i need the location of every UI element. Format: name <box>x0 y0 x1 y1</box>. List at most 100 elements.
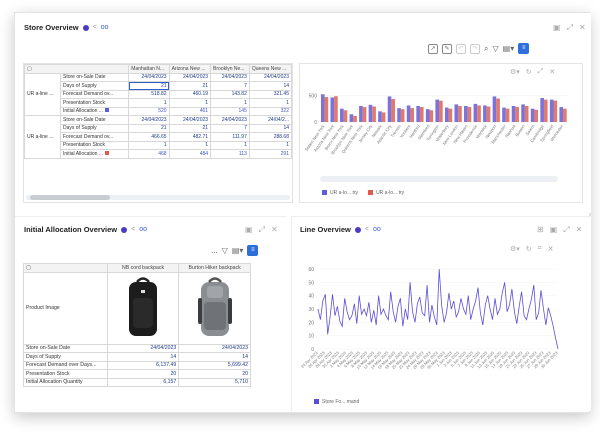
table-cell[interactable]: 21 <box>168 81 212 91</box>
share-icon[interactable]: < <box>131 226 135 233</box>
undo-icon[interactable]: ↶ <box>456 43 466 54</box>
table-cell[interactable]: 24/04/2023 <box>210 115 250 125</box>
close-icon[interactable]: ✕ <box>271 225 278 235</box>
table-cell[interactable]: 5,699.42 <box>178 360 251 370</box>
close-icon[interactable]: ✕ <box>548 245 554 253</box>
black-backpack-image[interactable] <box>123 276 163 340</box>
chart-type-icon[interactable]: ▤▾ <box>232 246 244 255</box>
column-header[interactable]: Arizona New ... <box>168 64 212 74</box>
expand-icon[interactable]: ⤢ <box>538 68 544 76</box>
redo-icon[interactable]: ↷ <box>470 43 480 54</box>
edit-icon[interactable]: ✎ <box>442 43 452 54</box>
table-cell[interactable]: 24/04/2023 <box>128 115 170 125</box>
share-icon[interactable]: < <box>365 226 369 233</box>
info-dot-icon[interactable] <box>82 24 89 31</box>
table-cell[interactable]: 468 <box>128 149 170 159</box>
table-cell[interactable]: 24/04/2023 <box>168 72 212 82</box>
table-cell[interactable]: 24/04/2023 <box>106 343 180 353</box>
legend-item[interactable]: Store Fo... mand <box>314 399 359 405</box>
table-cell[interactable]: 20 <box>178 369 251 379</box>
grid-view-button[interactable]: ≡ <box>518 43 530 54</box>
table-cell[interactable]: 460.19 <box>168 89 212 99</box>
table-cell[interactable]: 24/04/2... <box>248 115 293 125</box>
link-icon[interactable]: oo <box>373 226 381 233</box>
selected-cell[interactable]: 21 <box>128 81 170 91</box>
refresh-icon[interactable]: ↻ <box>526 68 532 76</box>
table-cell[interactable]: 14 <box>248 123 293 133</box>
table-cell[interactable]: 20 <box>106 369 180 379</box>
legend-item[interactable]: UR a-lo... try <box>322 190 358 196</box>
table-cell[interactable]: 1 <box>210 140 250 150</box>
settings-icon[interactable]: ▣ <box>553 23 561 33</box>
column-header[interactable]: Brooklyn Ne... <box>210 64 250 74</box>
table-cell[interactable]: 1 <box>248 140 293 150</box>
chart-scrollbar[interactable] <box>320 176 558 182</box>
table-cell[interactable]: 143.82 <box>210 89 250 99</box>
table-cell[interactable]: 1 <box>168 98 212 108</box>
filter-icon[interactable]: ▽ <box>492 44 498 53</box>
table-cell[interactable]: 288.68 <box>248 132 293 142</box>
table-cell[interactable]: 1 <box>128 140 170 150</box>
table-cell[interactable]: 6,157 <box>106 377 180 387</box>
chart-type-icon[interactable]: ▤▾ <box>503 44 515 53</box>
legend-item[interactable]: UR a-lo... try <box>368 190 404 196</box>
zoom-icon[interactable]: ⌗ <box>538 245 542 253</box>
open-icon[interactable]: ↗ <box>428 43 438 54</box>
table-cell[interactable]: 482.71 <box>168 132 212 142</box>
filter-icon[interactable]: ▽ <box>222 246 228 255</box>
info-dot-icon[interactable] <box>354 226 361 233</box>
grey-backpack-image[interactable] <box>195 276 235 340</box>
table-cell[interactable]: 145 <box>210 106 250 116</box>
table-cell[interactable]: 466.65 <box>128 132 170 142</box>
share-icon[interactable]: < <box>93 24 97 31</box>
settings-icon[interactable]: ▣ <box>550 225 558 235</box>
table-cell[interactable]: 1 <box>168 140 212 150</box>
link-icon[interactable]: oo <box>101 24 109 31</box>
column-header[interactable]: Manhattan N... <box>128 64 170 74</box>
table-cell[interactable]: 21 <box>168 123 212 133</box>
more-options-icon[interactable]: ... <box>211 246 218 255</box>
settings-icon[interactable]: ▣ <box>245 225 253 235</box>
table-cell[interactable]: 14 <box>178 352 251 362</box>
close-icon[interactable]: ✕ <box>576 225 583 235</box>
close-icon[interactable]: ✕ <box>549 68 555 76</box>
table-cell[interactable]: 1 <box>128 98 170 108</box>
scrollbar-thumb[interactable] <box>30 195 110 200</box>
grid-view-button[interactable]: ≡ <box>247 245 259 256</box>
table-cell[interactable]: 291 <box>248 149 293 159</box>
column-header[interactable]: Burton Hiker backpack <box>178 263 251 273</box>
link-icon[interactable]: oo <box>139 226 147 233</box>
refresh-icon[interactable]: ↻ <box>526 245 532 253</box>
table-cell[interactable]: 21 <box>128 123 170 133</box>
close-icon[interactable]: ✕ <box>579 23 586 33</box>
table-cell[interactable]: 1 <box>210 98 250 108</box>
expand-icon[interactable]: ⤢ <box>563 225 569 235</box>
search-icon[interactable]: ⌕ <box>484 44 488 54</box>
table-cell[interactable]: 1 <box>248 98 293 108</box>
table-cell[interactable]: 461 <box>168 106 212 116</box>
table-cell[interactable]: 24/04/2023 <box>248 72 293 82</box>
expand-icon[interactable]: ⤢ <box>567 23 573 33</box>
table-cell[interactable]: 113 <box>210 149 250 159</box>
table-cell[interactable]: 322 <box>248 106 293 116</box>
table-cell[interactable]: 24/04/2023 <box>178 343 251 353</box>
table-cell[interactable]: 7 <box>210 81 250 91</box>
grid-icon[interactable]: ⊞ <box>537 225 544 235</box>
table-cell[interactable]: 5,710 <box>178 377 251 387</box>
table-cell[interactable]: 14 <box>106 352 180 362</box>
table-cell[interactable]: 24/04/2023 <box>210 72 250 82</box>
table-cell[interactable]: 7 <box>210 123 250 133</box>
table-cell[interactable]: 6,137.49 <box>106 360 180 370</box>
table-cell[interactable]: 321.45 <box>248 89 293 99</box>
table-cell[interactable]: 520 <box>128 106 170 116</box>
column-header[interactable]: NB cord backpack <box>106 263 180 273</box>
table-cell[interactable]: 24/04/2023 <box>168 115 212 125</box>
info-dot-icon[interactable] <box>121 226 128 233</box>
table-cell[interactable]: 14 <box>248 81 293 91</box>
chart-settings-icon[interactable]: ⚙▾ <box>510 245 520 253</box>
expand-icon[interactable]: ⤢ <box>259 225 265 235</box>
chart-settings-icon[interactable]: ⚙▾ <box>510 68 520 76</box>
table-cell[interactable]: 484 <box>168 149 212 159</box>
table-cell[interactable]: 518.82 <box>128 89 170 99</box>
table-cell[interactable]: 24/04/2023 <box>128 72 170 82</box>
